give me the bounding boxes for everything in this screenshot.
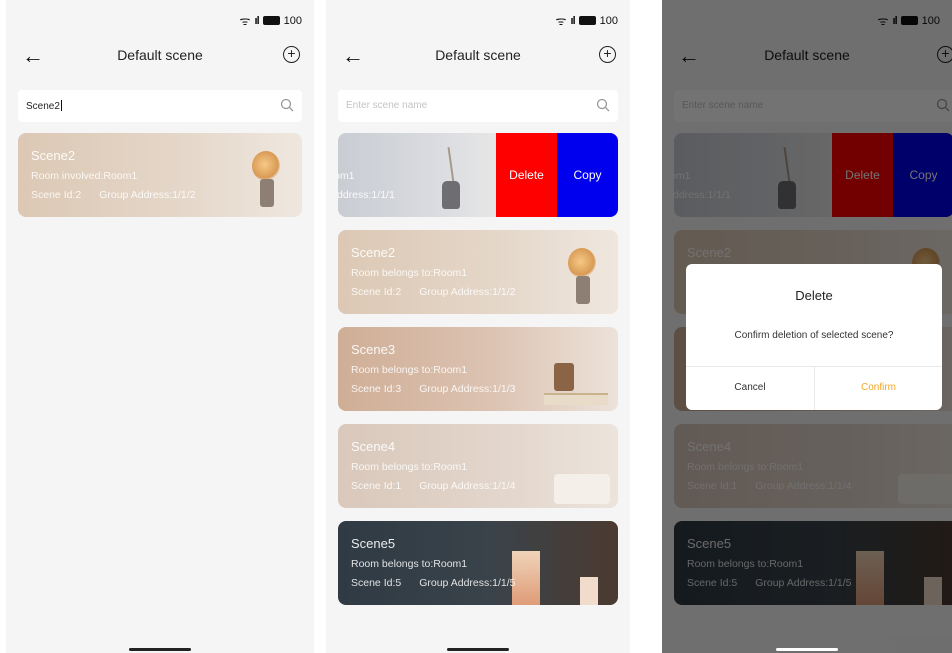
- scene-room: om1: [338, 170, 355, 182]
- scene-id: Scene Id:2: [31, 189, 82, 201]
- scene-card[interactable]: Scene3 Room belongs to:Room1 Scene Id:3 G…: [338, 327, 618, 411]
- lamp-image: [252, 151, 280, 181]
- scene-card[interactable]: om1 Address:1/1/1: [338, 133, 496, 217]
- vase-image: [442, 181, 460, 209]
- search-icon[interactable]: [280, 98, 294, 112]
- home-indicator[interactable]: [129, 648, 191, 651]
- copy-button[interactable]: Copy: [557, 133, 618, 217]
- screen-swipe-actions: ᯤ ıl 100 ← Default scene + Enter scene n…: [326, 0, 630, 653]
- scene-card[interactable]: Scene2 Room belongs to:Room1 Scene Id:2 G…: [338, 230, 618, 314]
- battery-level: 100: [599, 14, 618, 27]
- light-glow-image: [580, 577, 598, 605]
- add-circle-icon[interactable]: +: [599, 46, 616, 63]
- search-placeholder: Enter scene name: [346, 100, 428, 111]
- scene-room: Room belongs to:Room1: [351, 558, 468, 570]
- dialog-title: Delete: [795, 288, 833, 303]
- delete-confirm-dialog: Delete Confirm deletion of selected scen…: [686, 264, 942, 410]
- lamp-image: [554, 363, 574, 391]
- text-caret: [60, 100, 62, 111]
- lamp-base-image: [576, 276, 590, 304]
- signal-icon: ıl: [254, 14, 260, 27]
- delete-button[interactable]: Delete: [496, 133, 557, 217]
- scene-card[interactable]: Scene2 Room involved:Room1 Scene Id:2 Gro…: [18, 133, 302, 217]
- wifi-icon: ᯤ: [239, 14, 251, 28]
- scene-name: Scene2: [31, 148, 76, 163]
- signal-icon: ıl: [570, 14, 576, 27]
- group-address: Address:1/1/1: [338, 189, 395, 201]
- search-value: Scene2: [26, 101, 60, 112]
- plant-stem-image: [447, 147, 455, 183]
- scene-name: Scene4: [351, 439, 396, 454]
- swiped-scene-row: om1 Address:1/1/1 Delete Copy: [338, 133, 618, 217]
- header: ← Default scene +: [326, 42, 630, 72]
- group-address: Group Address:1/1/2: [419, 286, 516, 298]
- wifi-icon: ᯤ: [555, 14, 567, 28]
- cancel-button[interactable]: Cancel: [686, 366, 814, 410]
- dialog-message: Confirm deletion of selected scene?: [734, 330, 894, 341]
- battery-icon: [578, 16, 596, 25]
- scene-id: Scene Id:1: [351, 480, 402, 492]
- lamp-base-image: [260, 179, 274, 207]
- search-input[interactable]: Enter scene name: [338, 90, 618, 122]
- sofa-image: [554, 474, 610, 504]
- scene-room: Room involved:Room1: [31, 170, 138, 182]
- battery-level: 100: [283, 14, 302, 27]
- header: ← Default scene +: [6, 42, 314, 72]
- home-indicator[interactable]: [447, 648, 509, 651]
- scene-name: Scene3: [351, 342, 396, 357]
- group-address: Group Address:1/1/3: [419, 383, 516, 395]
- confirm-button[interactable]: Confirm: [815, 366, 942, 410]
- scene-name: Scene2: [351, 245, 396, 260]
- scene-id: Scene Id:5: [351, 577, 402, 589]
- home-indicator[interactable]: [776, 648, 838, 651]
- search-icon[interactable]: [596, 98, 610, 112]
- scene-room: Room belongs to:Room1: [351, 267, 468, 279]
- group-address: Group Address:1/1/4: [419, 480, 516, 492]
- scene-card[interactable]: Scene4 Room belongs to:Room1 Scene Id:1 G…: [338, 424, 618, 508]
- group-address: Group Address:1/1/5: [419, 577, 516, 589]
- add-circle-icon[interactable]: +: [283, 46, 300, 63]
- status-bar: ᯤ ıl 100: [556, 12, 618, 29]
- screen-search-result: ᯤ ıl 100 ← Default scene + Scene2 Scene2…: [6, 0, 314, 653]
- scene-id: Scene Id:3: [351, 383, 402, 395]
- screen-delete-dialog: ᯤ ıl 100 ← Default scene + Enter scene n…: [662, 0, 952, 653]
- scene-room: Room belongs to:Room1: [351, 461, 468, 473]
- scene-card[interactable]: Scene5 Room belongs to:Room1 Scene Id:5 G…: [338, 521, 618, 605]
- scene-room: Room belongs to:Room1: [351, 364, 468, 376]
- lamp-image: [568, 248, 596, 278]
- group-address: Group Address:1/1/2: [99, 189, 196, 201]
- status-bar: ᯤ ıl 100: [240, 12, 302, 29]
- search-input[interactable]: Scene2: [18, 90, 302, 122]
- battery-icon: [262, 16, 280, 25]
- scene-name: Scene5: [351, 536, 396, 551]
- scene-id: Scene Id:2: [351, 286, 402, 298]
- books-image: [544, 393, 608, 405]
- page-title: Default scene: [117, 47, 203, 63]
- page-title: Default scene: [435, 47, 521, 63]
